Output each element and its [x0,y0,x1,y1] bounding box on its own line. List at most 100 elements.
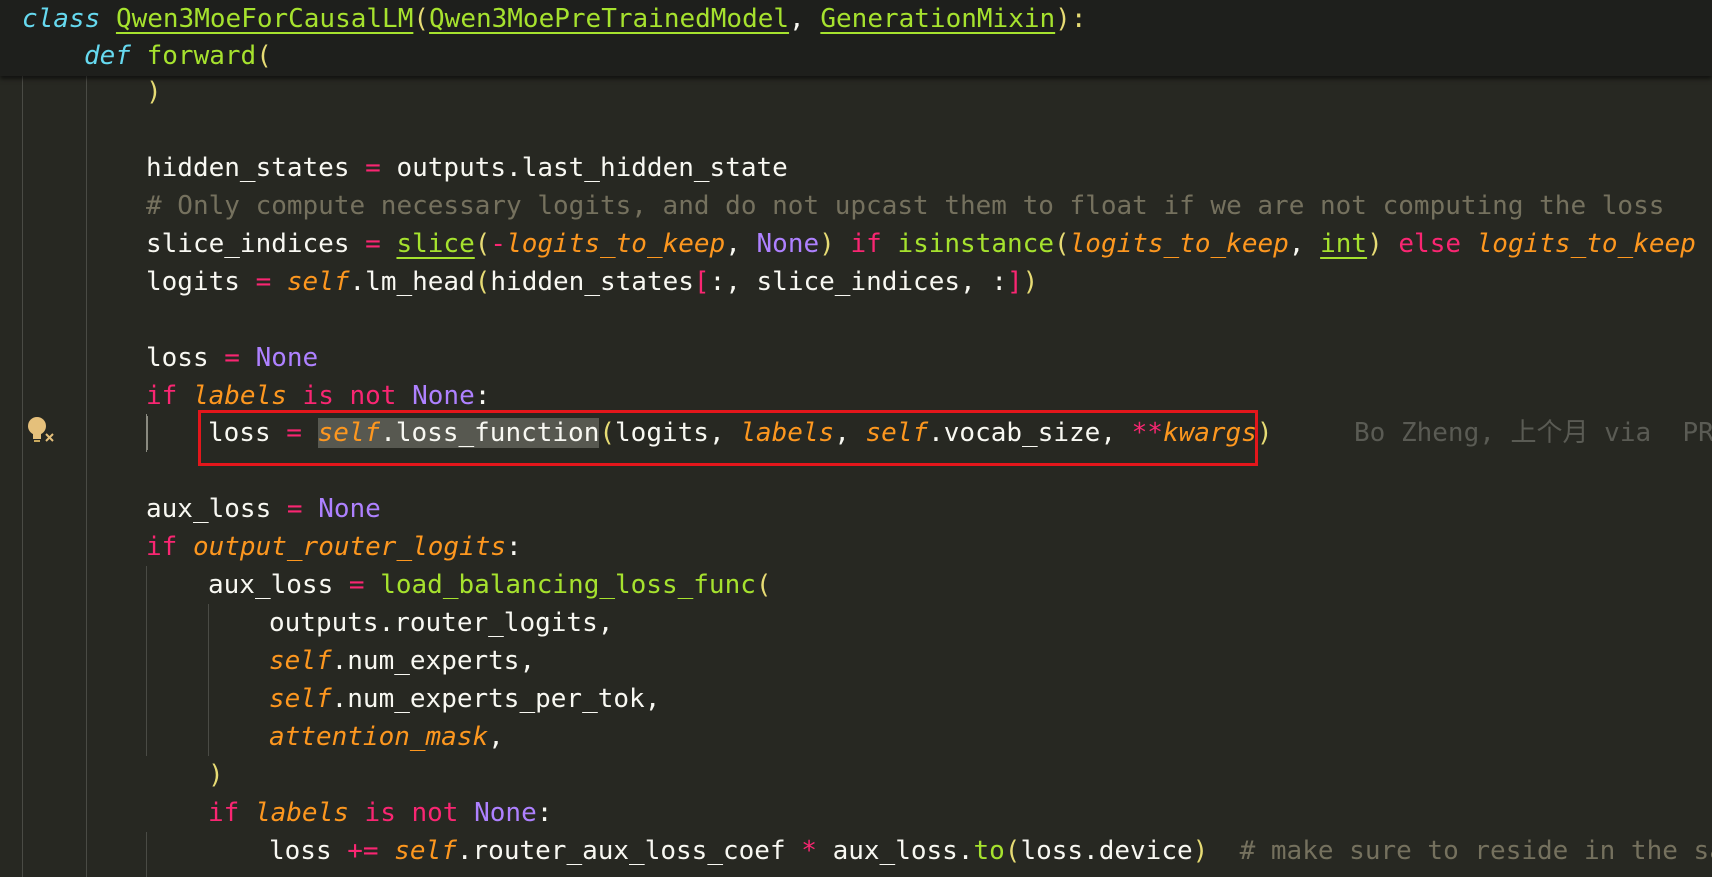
comma: , [488,722,504,752]
paren: ) [208,760,224,790]
operator: = [349,153,397,183]
builtin-function: isinstance [897,229,1054,259]
class-keyword: class [22,4,101,34]
code-line[interactable]: ) [208,756,224,794]
operator: = [208,343,256,373]
colon: : [536,798,553,828]
comma: , [708,418,741,448]
self-keyword: self [865,418,929,448]
code-line[interactable]: if output_router_logits: [146,528,522,566]
self-keyword: self [269,684,332,714]
keyword: else [1382,229,1477,259]
code-line[interactable]: hidden_states = outputs.last_hidden_stat… [146,149,788,187]
attribute: .loss_function [380,418,600,448]
comma: , [1100,418,1132,448]
paren: ( [1004,836,1021,866]
operator: = [349,229,397,259]
bracket: [ [693,267,710,297]
lightbulb-icon[interactable] [24,414,56,446]
git-blame-annotation[interactable]: Bo Zheng, 上个月 via PR [1354,414,1712,452]
parameter: attention_mask [269,722,489,752]
comma: , [1288,229,1321,259]
comment-line[interactable]: # Only compute necessary logits, and do … [146,187,1664,225]
code-line[interactable]: self.num_experts_per_tok, [269,680,660,718]
keyword: is not [286,381,413,411]
variable: loss [146,343,209,373]
indent-guide [22,76,23,877]
colon: : [506,532,522,562]
paren: ) [146,77,162,107]
parameter: kwargs [1162,418,1257,448]
operator: = [270,418,318,448]
builtin-type: int [1320,229,1368,259]
bracket: ] [1006,267,1023,297]
sticky-scroll-header[interactable]: class Qwen3MoeForCausalLM(Qwen3MoePreTra… [0,0,1712,76]
variable: loss [208,418,271,448]
parameter: logits_to_keep [506,229,726,259]
argument: outputs.router_logits, [269,608,614,638]
sticky-def-line[interactable]: def forward( [84,37,272,75]
indent-guide [208,604,209,756]
constant: None [474,798,537,828]
paren: ( [755,570,772,600]
parameter: labels [192,381,287,411]
constant: None [756,229,820,259]
attribute: .vocab_size [928,418,1101,448]
method-call: to [973,836,1005,866]
code-line[interactable]: loss += self.router_aux_loss_coef * aux_… [269,832,1712,870]
argument: hidden_states [490,267,694,297]
variable: slice_indices [146,229,350,259]
sticky-class-line[interactable]: class Qwen3MoeForCausalLM(Qwen3MoePreTra… [22,0,1086,38]
code-line[interactable]: loss = None [146,339,318,377]
constant: None [412,381,475,411]
keyword: if [146,381,178,411]
parameter: output_router_logits [192,532,507,562]
code-line[interactable]: logits = self.lm_head(hidden_states[:, s… [146,263,1038,301]
text-cursor [146,416,148,450]
paren: ) [819,229,835,259]
comment: # Only compute necessary logits, and do … [146,191,1665,221]
indent-guide [146,832,147,877]
paren: ( [256,41,272,71]
variable: aux_loss [146,494,272,524]
paren: ( [599,418,616,448]
paren: ): [1055,4,1087,34]
code-line[interactable]: if labels is not None: [208,794,552,832]
attribute: .router_aux_loss_coef [456,836,786,866]
constant: None [318,494,381,524]
attribute: .num_experts_per_tok, [331,684,661,714]
parameter: labels [254,798,349,828]
code-line[interactable]: aux_loss = None [146,490,381,528]
indent-guide [86,76,87,877]
constant: None [255,343,319,373]
paren: ( [474,267,491,297]
parameter: logits_to_keep [1069,229,1289,259]
keyword: if [208,798,240,828]
operator: ** [1131,418,1163,448]
code-line[interactable]: if labels is not None: [146,377,490,415]
code-line[interactable]: aux_loss = load_balancing_loss_func( [208,566,772,604]
paren: ( [413,4,430,34]
code-line[interactable]: slice_indices = slice(-logits_to_keep, N… [146,225,1696,263]
code-line[interactable]: outputs.router_logits, [269,604,613,642]
keyword: if [834,229,898,259]
paren: ) [1022,267,1039,297]
self-keyword: self [394,836,457,866]
code-line[interactable]: attention_mask, [269,718,504,756]
paren: ) [1192,836,1209,866]
code-line[interactable]: ) [146,73,162,111]
base-class: Qwen3MoePreTrainedModel [429,4,790,34]
variable: hidden_states [146,153,350,183]
function-call: load_balancing_loss_func [380,570,756,600]
variable: logits [146,267,240,297]
code-line[interactable]: self.num_experts, [269,642,535,680]
operator: += [331,836,395,866]
parameter: logits_to_keep [1476,229,1696,259]
argument: loss.device [1020,836,1193,866]
highlighted-code-line[interactable]: loss = self.loss_function(logits, labels… [208,414,1273,452]
attribute: .lm_head [349,267,475,297]
code-editor[interactable]: class Qwen3MoeForCausalLM(Qwen3MoePreTra… [0,0,1712,877]
comma: , [834,418,866,448]
